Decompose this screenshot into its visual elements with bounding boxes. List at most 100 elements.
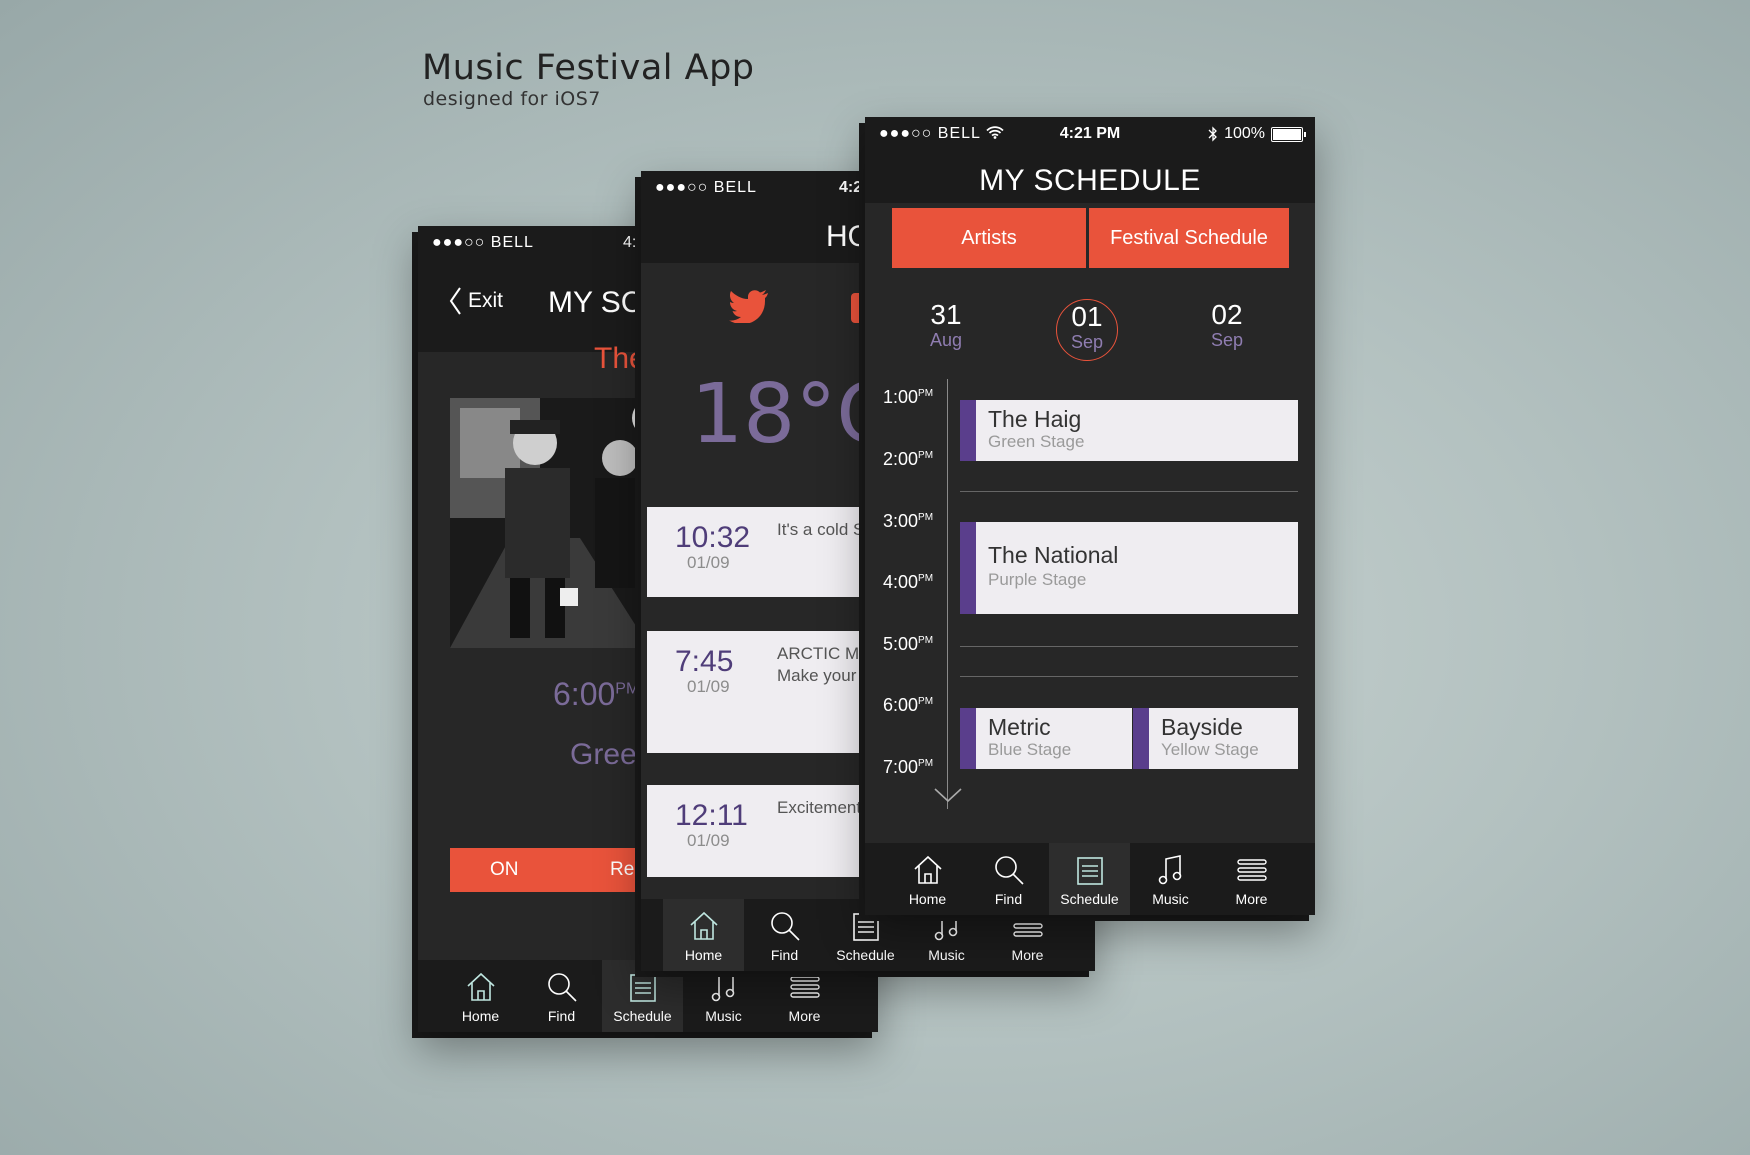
tab-label: Music bbox=[928, 947, 965, 963]
tab-label: Home bbox=[684, 947, 723, 963]
day-number: 01 bbox=[1071, 301, 1103, 332]
event-name: The Haig bbox=[988, 406, 1082, 432]
tab-find[interactable]: Find bbox=[744, 899, 825, 971]
performance-time: 6:00PM bbox=[553, 676, 640, 712]
page-title: Music Festival App bbox=[422, 48, 755, 88]
toggle-on-label: ON bbox=[490, 859, 519, 880]
bluetooth-icon bbox=[1208, 126, 1217, 142]
tab-label: Find bbox=[994, 891, 1023, 907]
search-icon bbox=[994, 856, 1024, 885]
phone-my-schedule: ●●●○○ BELL 4:21 PM 100% MY SCHEDULE Arti… bbox=[865, 117, 1315, 915]
tab-bar: Home Find Schedule Music More bbox=[865, 843, 1315, 915]
tab-label: Home bbox=[908, 891, 947, 907]
day-number: 02 bbox=[1211, 299, 1243, 330]
day-sep-02[interactable]: 02 Sep bbox=[1187, 300, 1267, 351]
hour-label: 3:00PM bbox=[883, 511, 934, 531]
grid-line bbox=[960, 646, 1298, 647]
tab-find[interactable]: Find bbox=[968, 843, 1049, 915]
nav-bar: MY SCHEDULE bbox=[865, 151, 1315, 203]
timeline-axis bbox=[947, 379, 948, 809]
tweet-time: 12:11 bbox=[675, 799, 748, 832]
hour-label: 5:00PM bbox=[883, 634, 934, 654]
event-bayside[interactable]: Bayside Yellow Stage bbox=[1133, 708, 1298, 769]
carrier-signal: ●●●○○ BELL bbox=[432, 234, 534, 251]
event-the-haig[interactable]: The Haig Green Stage bbox=[960, 400, 1298, 461]
reminder-label: Re bbox=[610, 859, 635, 880]
tab-home[interactable]: Home bbox=[440, 960, 521, 1032]
tweet-date: 01/09 bbox=[687, 677, 730, 696]
event-name: The National bbox=[988, 542, 1119, 568]
chevron-down-icon[interactable] bbox=[933, 787, 963, 805]
status-time: 4:2 bbox=[839, 179, 863, 196]
event-stage: Purple Stage bbox=[988, 570, 1087, 589]
tab-find[interactable]: Find bbox=[521, 960, 602, 1032]
schedule-icon bbox=[629, 974, 656, 1002]
day-month: Sep bbox=[1210, 330, 1244, 350]
tab-label: Schedule bbox=[613, 1008, 672, 1024]
grid-line bbox=[960, 676, 1298, 677]
music-note-icon bbox=[711, 972, 734, 1002]
tab-label: Find bbox=[547, 1008, 576, 1024]
event-stage: Yellow Stage bbox=[1161, 740, 1259, 759]
tab-label: Find bbox=[770, 947, 799, 963]
hour-label: 6:00PM bbox=[883, 695, 934, 715]
battery-icon bbox=[1271, 126, 1306, 142]
search-icon bbox=[770, 912, 800, 941]
tab-home[interactable]: Home bbox=[663, 899, 744, 971]
screen-title: MY SCHEDULE bbox=[979, 164, 1201, 197]
event-stage: Green Stage bbox=[988, 432, 1085, 451]
day-number: 31 bbox=[930, 299, 962, 330]
chevron-left-icon bbox=[449, 287, 461, 315]
music-note-icon bbox=[1158, 855, 1181, 885]
day-sep-01[interactable]: 01 Sep bbox=[1056, 299, 1118, 361]
screen-title: MY SC bbox=[548, 286, 643, 319]
hour-label: 4:00PM bbox=[883, 572, 934, 592]
day-month: Aug bbox=[929, 330, 963, 350]
home-icon bbox=[466, 972, 495, 1001]
carrier-signal: ●●●○○ BELL bbox=[655, 179, 757, 196]
tweet-time: 10:32 bbox=[675, 521, 751, 554]
tab-label: More bbox=[788, 1008, 821, 1024]
exit-button[interactable]: Exit bbox=[448, 286, 503, 316]
tab-label: Schedule bbox=[1060, 891, 1119, 907]
tab-label: More bbox=[1235, 891, 1268, 907]
hour-label: 2:00PM bbox=[883, 449, 934, 469]
tab-label: Home bbox=[461, 1008, 500, 1024]
tab-label: Schedule bbox=[836, 947, 895, 963]
day-month: Sep bbox=[1070, 332, 1104, 352]
tweet-time: 7:45 bbox=[675, 645, 734, 678]
tab-more[interactable]: More bbox=[1211, 843, 1292, 915]
search-icon bbox=[547, 973, 577, 1002]
temperature: 18°C bbox=[691, 367, 894, 462]
menu-icon bbox=[789, 976, 820, 998]
event-name: Bayside bbox=[1161, 714, 1243, 740]
tab-music[interactable]: Music bbox=[1130, 843, 1211, 915]
battery-status: 100% bbox=[1208, 125, 1306, 143]
schedule-icon bbox=[1076, 857, 1103, 885]
event-metric[interactable]: Metric Blue Stage bbox=[960, 708, 1132, 769]
exit-label: Exit bbox=[468, 289, 504, 312]
tab-label: Music bbox=[705, 1008, 742, 1024]
event-stage: Blue Stage bbox=[988, 740, 1072, 759]
artist-name: The bbox=[594, 342, 646, 375]
event-the-national[interactable]: The National Purple Stage bbox=[960, 522, 1298, 614]
tab-home[interactable]: Home bbox=[887, 843, 968, 915]
day-aug-31[interactable]: 31 Aug bbox=[906, 300, 986, 351]
status-bar: ●●●○○ BELL 4:21 PM 100% bbox=[865, 117, 1315, 151]
tab-schedule[interactable]: Schedule bbox=[1049, 843, 1130, 915]
twitter-icon[interactable] bbox=[729, 289, 769, 328]
tab-label: Music bbox=[1152, 891, 1189, 907]
event-name: Metric bbox=[988, 714, 1051, 740]
grid-line bbox=[960, 491, 1298, 492]
segment-artists[interactable]: Artists bbox=[892, 208, 1086, 268]
tab-label: More bbox=[1011, 947, 1044, 963]
segment-festival-schedule[interactable]: Festival Schedule bbox=[1089, 208, 1289, 268]
tweet-date: 01/09 bbox=[687, 553, 730, 572]
home-icon bbox=[689, 911, 718, 940]
tweet-date: 01/09 bbox=[687, 831, 730, 850]
page-subtitle: designed for iOS7 bbox=[423, 88, 601, 110]
home-icon bbox=[913, 855, 942, 884]
menu-icon bbox=[1236, 859, 1267, 881]
hour-label: 1:00PM bbox=[883, 387, 934, 407]
hour-label: 7:00PM bbox=[883, 757, 934, 777]
